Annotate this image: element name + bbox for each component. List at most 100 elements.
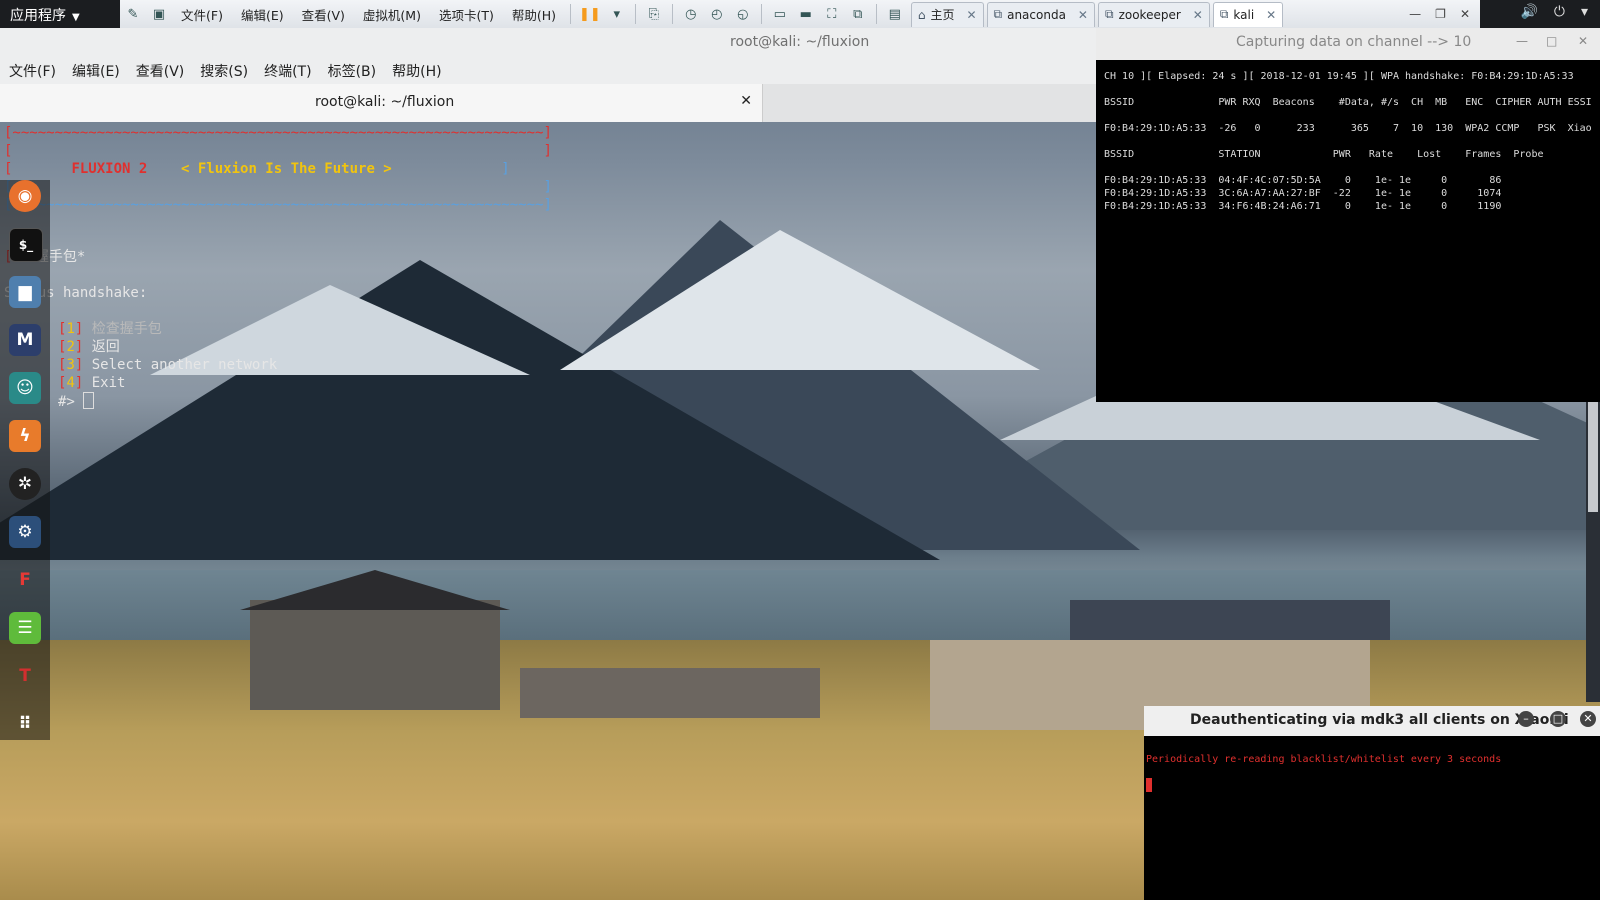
- burpsuite-icon[interactable]: ϟ: [9, 420, 41, 452]
- restore-icon[interactable]: ❐: [1435, 7, 1446, 21]
- terminal-menu-terminal[interactable]: 终端(T): [264, 61, 311, 81]
- menu-option: [1] 检查握手包: [58, 321, 162, 337]
- vm-menu-view[interactable]: 查看(V): [302, 5, 345, 24]
- thumbnail-icon[interactable]: ▬: [796, 3, 816, 25]
- separator: [634, 4, 636, 24]
- snapshot-restore-icon[interactable]: ◴: [707, 3, 727, 25]
- separator: [875, 4, 877, 24]
- terminal-titlebar[interactable]: root@kali: ~/fluxion: [0, 28, 1100, 58]
- armitage-icon[interactable]: ☺: [9, 372, 41, 404]
- terminal-tab[interactable]: root@kali: ~/fluxion ✕: [0, 84, 763, 122]
- vm-menu-vm[interactable]: 虚拟机(M): [363, 5, 421, 24]
- pause-icon[interactable]: ❚❚: [579, 3, 601, 25]
- sidebar-icon[interactable]: ▭: [770, 3, 790, 25]
- ap-row: F0:B4:29:1D:A5:33 -26 0 233 365 7 10 130…: [1104, 123, 1592, 134]
- applications-menu[interactable]: 应用程序 ▼: [10, 5, 80, 25]
- airodump-window-title: Capturing data on channel --> 10: [1236, 34, 1472, 50]
- banner-border: [ ]: [4, 143, 552, 159]
- cherrytree-icon[interactable]: T: [9, 660, 41, 692]
- close-icon[interactable]: ✕: [966, 8, 976, 22]
- separator: [671, 4, 673, 24]
- fullscreen-icon[interactable]: ⛶: [822, 3, 842, 25]
- vm-icon: ⧉: [1219, 7, 1229, 21]
- volume-icon[interactable]: 🔊: [1520, 4, 1537, 20]
- vm-status-icon[interactable]: ▣: [149, 3, 169, 25]
- maltego-icon[interactable]: ✲: [9, 468, 41, 500]
- close-icon[interactable]: ✕: [1078, 8, 1088, 22]
- tab-anaconda[interactable]: ⧉ anaconda ✕: [986, 1, 1095, 27]
- vm-menu-file[interactable]: 文件(F): [181, 5, 223, 24]
- show-apps-icon[interactable]: ⠿: [9, 708, 41, 740]
- option-number: 3: [66, 357, 75, 373]
- console-view-icon[interactable]: ▤: [885, 3, 905, 25]
- terminal-menu-view[interactable]: 查看(V): [136, 61, 185, 81]
- option-label: 返回: [91, 339, 120, 355]
- terminal-menu-tabs[interactable]: 标签(B): [328, 61, 377, 81]
- chevron-down-icon[interactable]: ▾: [1581, 4, 1588, 20]
- terminal-menubar: 文件(F) 编辑(E) 查看(V) 搜索(S) 终端(T) 标签(B) 帮助(H…: [0, 58, 1100, 85]
- dropdown-arrow-icon[interactable]: ▾: [607, 3, 627, 25]
- tab-kali[interactable]: ⧉ kali ✕: [1212, 1, 1284, 27]
- power-icon[interactable]: ⏻: [1554, 4, 1565, 20]
- terminal-menu-edit[interactable]: 编辑(E): [72, 61, 120, 81]
- mdk3-window[interactable]: Deauthenticating via mdk3 all clients on…: [1144, 706, 1600, 900]
- terminal-menu-help[interactable]: 帮助(H): [392, 61, 441, 81]
- snapshot-manager-icon[interactable]: ◵: [733, 3, 753, 25]
- close-icon[interactable]: ✕: [1460, 7, 1470, 21]
- station-row: F0:B4:29:1D:A5:33 04:4F:4C:07:5D:5A 0 1e…: [1104, 175, 1502, 186]
- leafpad-icon[interactable]: ☰: [9, 612, 41, 644]
- vm-menu-help[interactable]: 帮助(H): [512, 5, 556, 24]
- scrollbar-thumb[interactable]: [1588, 402, 1598, 512]
- tab-home[interactable]: ⌂ 主页 ✕: [910, 1, 984, 27]
- maximize-icon[interactable]: □: [1546, 34, 1557, 48]
- unity-icon[interactable]: ⧉: [848, 3, 868, 25]
- menu-option: [4] Exit: [58, 375, 126, 391]
- faraday-icon[interactable]: F: [9, 564, 41, 596]
- minimize-icon[interactable]: —: [1516, 34, 1528, 48]
- pin-icon[interactable]: ✎: [123, 3, 143, 25]
- terminal-output[interactable]: [~~~~~~~~~~~~~~~~~~~~~~~~~~~~~~~~~~~~~~~…: [0, 122, 1100, 422]
- beef-icon[interactable]: ⚙: [9, 516, 41, 548]
- close-icon[interactable]: ✕: [740, 93, 752, 109]
- maximize-icon[interactable]: □: [1550, 711, 1566, 727]
- terminal-menu-file[interactable]: 文件(F): [9, 61, 56, 81]
- tab-zookeeper-label: zookeeper: [1118, 7, 1181, 22]
- ap-table-header: BSSID PWR RXQ Beacons #Data, #/s CH MB E…: [1104, 97, 1592, 108]
- vm-window-controls: — ❐ ✕: [1409, 0, 1480, 28]
- files-icon[interactable]: ▆: [9, 276, 41, 308]
- mdk3-titlebar[interactable]: Deauthenticating via mdk3 all clients on…: [1144, 706, 1600, 736]
- tab-zookeeper[interactable]: ⧉ zookeeper ✕: [1097, 1, 1210, 27]
- separator: [570, 4, 572, 24]
- home-icon: ⌂: [917, 7, 926, 22]
- terminal-menu-search[interactable]: 搜索(S): [200, 61, 248, 81]
- close-icon[interactable]: ✕: [1266, 8, 1276, 22]
- command-prompt[interactable]: #>: [58, 392, 95, 411]
- banner-border: [~~~~~~~~~~~~~~~~~~~~~~~~~~~~~~~~~~~~~~~…: [4, 197, 552, 213]
- terminal-icon[interactable]: $_: [9, 228, 43, 262]
- house: [520, 668, 820, 718]
- close-icon[interactable]: ✕: [1578, 34, 1588, 48]
- firefox-icon[interactable]: ◉: [9, 180, 41, 212]
- terminal-tab-title: root@kali: ~/fluxion: [315, 94, 455, 110]
- dock: ◉ $_ ▆ M ☺ ϟ ✲ ⚙ F ☰ T ⠿: [0, 180, 50, 740]
- banner-line: [ FLUXION 2 < Fluxion Is The Future > ]: [4, 161, 510, 177]
- option-label: 检查握手包: [91, 321, 162, 337]
- vm-menu-edit[interactable]: 编辑(E): [241, 5, 284, 24]
- minimize-icon[interactable]: –: [1518, 711, 1534, 727]
- tab-kali-label: kali: [1233, 7, 1255, 22]
- close-icon[interactable]: ✕: [1580, 711, 1596, 727]
- text-cursor: [1146, 778, 1152, 792]
- option-number: 4: [66, 375, 75, 391]
- snapshot-icon[interactable]: ◷: [681, 3, 701, 25]
- scrollbar[interactable]: [1586, 402, 1600, 702]
- tab-home-label: 主页: [930, 8, 955, 22]
- vm-menu-tabs[interactable]: 选项卡(T): [439, 5, 494, 24]
- metasploit-icon[interactable]: M: [9, 324, 41, 356]
- menu-option: [3] Select another network: [58, 357, 278, 373]
- separator: [760, 4, 762, 24]
- send-keys-icon[interactable]: ⎘: [644, 3, 664, 25]
- close-icon[interactable]: ✕: [1193, 8, 1203, 22]
- airodump-titlebar[interactable]: Capturing data on channel --> 10 — □ ✕: [1096, 28, 1600, 60]
- minimize-icon[interactable]: —: [1409, 7, 1421, 21]
- airodump-window[interactable]: Capturing data on channel --> 10 — □ ✕ C…: [1096, 28, 1600, 402]
